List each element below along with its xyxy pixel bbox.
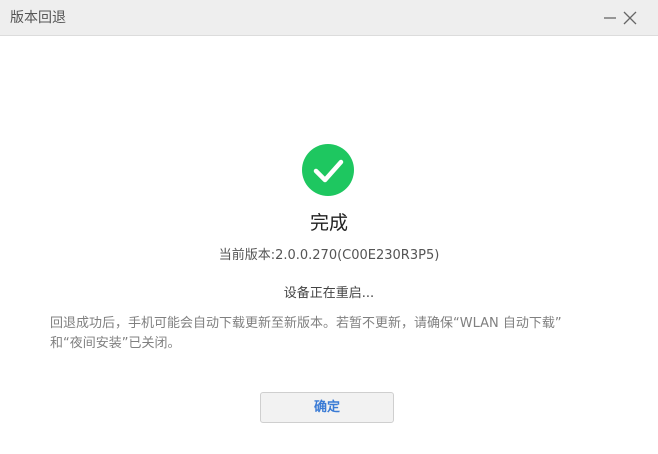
close-icon xyxy=(623,11,637,25)
notice-line: 回退成功后，手机可能会自动下载更新至新版本。若暂不更新，请确保“WLAN 自动下… xyxy=(50,316,562,331)
status-title: 完成 xyxy=(309,212,348,234)
notice-text: 回退成功后，手机可能会自动下载更新至新版本。若暂不更新，请确保“WLAN 自动下… xyxy=(50,314,620,354)
notice-line: 和“夜间安装”已关闭。 xyxy=(50,336,181,351)
title-bar: 版本回退 xyxy=(0,0,658,36)
confirm-button[interactable]: 确定 xyxy=(260,392,394,423)
window-title: 版本回退 xyxy=(10,10,66,26)
minimize-icon xyxy=(604,17,616,19)
current-version: 当前版本:2.0.0.270(C00E230R3P5) xyxy=(218,248,440,263)
rollback-dialog: 版本回退 完成 当前版本:2.0.0.270(C00E230R3P5) 设备正在… xyxy=(0,0,658,454)
close-button[interactable] xyxy=(620,8,640,28)
check-circle-icon xyxy=(302,144,354,196)
restart-status: 设备正在重启... xyxy=(283,286,375,301)
minimize-button[interactable] xyxy=(600,8,620,28)
